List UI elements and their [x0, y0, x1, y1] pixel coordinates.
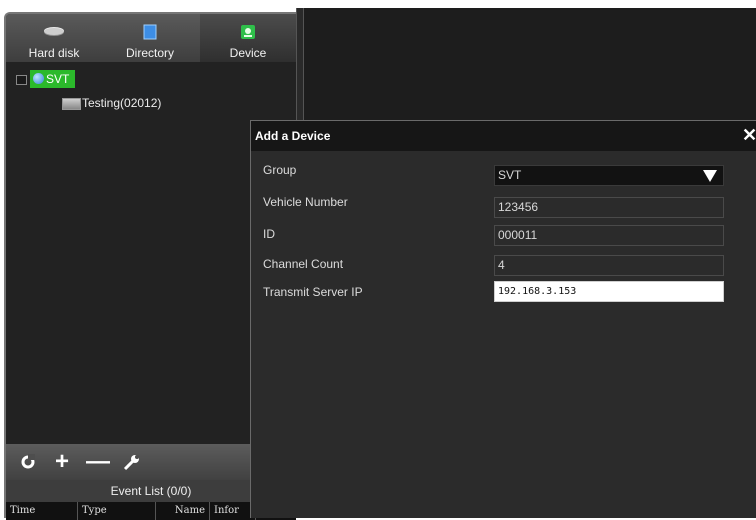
transmit-server-ip-field[interactable]: 192.168.3.153	[494, 281, 724, 302]
group-select-value: SVT	[498, 168, 522, 182]
id-field[interactable]: 000011	[494, 225, 724, 246]
column-header[interactable]: Time	[6, 502, 78, 520]
vehicle-number-field[interactable]: 123456	[494, 197, 724, 218]
hard-disk-icon	[43, 24, 65, 41]
dropdown-arrow-icon[interactable]	[703, 170, 717, 182]
refresh-icon[interactable]	[16, 450, 40, 474]
globe-icon	[33, 73, 44, 84]
column-header[interactable]: Type	[78, 502, 156, 520]
transmit-server-ip-label: Transmit Server IP	[263, 285, 363, 299]
id-label: ID	[263, 227, 275, 241]
vehicle-device-icon	[62, 97, 81, 110]
collapse-icon[interactable]	[16, 74, 27, 85]
remove-button[interactable]: —	[86, 450, 110, 474]
tab-label: Hard disk	[28, 46, 80, 60]
tab-label: Directory	[125, 46, 174, 60]
dialog-titlebar: Add a Device ✕	[251, 121, 756, 151]
channel-count-label: Channel Count	[263, 257, 344, 271]
device-icon	[240, 24, 256, 43]
dialog-title: Add a Device	[255, 129, 331, 143]
tab-device[interactable]: Device	[200, 14, 296, 62]
tab-label: Device	[229, 46, 267, 60]
directory-icon	[143, 24, 157, 43]
tab-hard-disk[interactable]: Hard disk	[6, 14, 102, 62]
column-header[interactable]: Name	[156, 502, 210, 520]
tree-device-item[interactable]: Testing(02012)	[62, 94, 161, 112]
group-select[interactable]: SVT	[494, 165, 724, 186]
close-button[interactable]: ✕	[742, 125, 756, 145]
tree-device-label: Testing(02012)	[82, 96, 162, 110]
add-device-dialog: Add a Device ✕ Group SVT Vehicle Number …	[250, 120, 756, 518]
panel-tabbar: Hard disk Directory Device	[6, 14, 296, 62]
add-button[interactable]: +	[50, 450, 74, 474]
wrench-icon[interactable]	[120, 450, 144, 474]
vehicle-number-label: Vehicle Number	[263, 195, 348, 209]
channel-count-field[interactable]: 4	[494, 255, 724, 276]
tree-group-item[interactable]: SVT	[16, 70, 76, 88]
tree-group-label: SVT	[46, 72, 70, 86]
tab-directory[interactable]: Directory	[102, 14, 198, 62]
group-label: Group	[263, 163, 297, 177]
